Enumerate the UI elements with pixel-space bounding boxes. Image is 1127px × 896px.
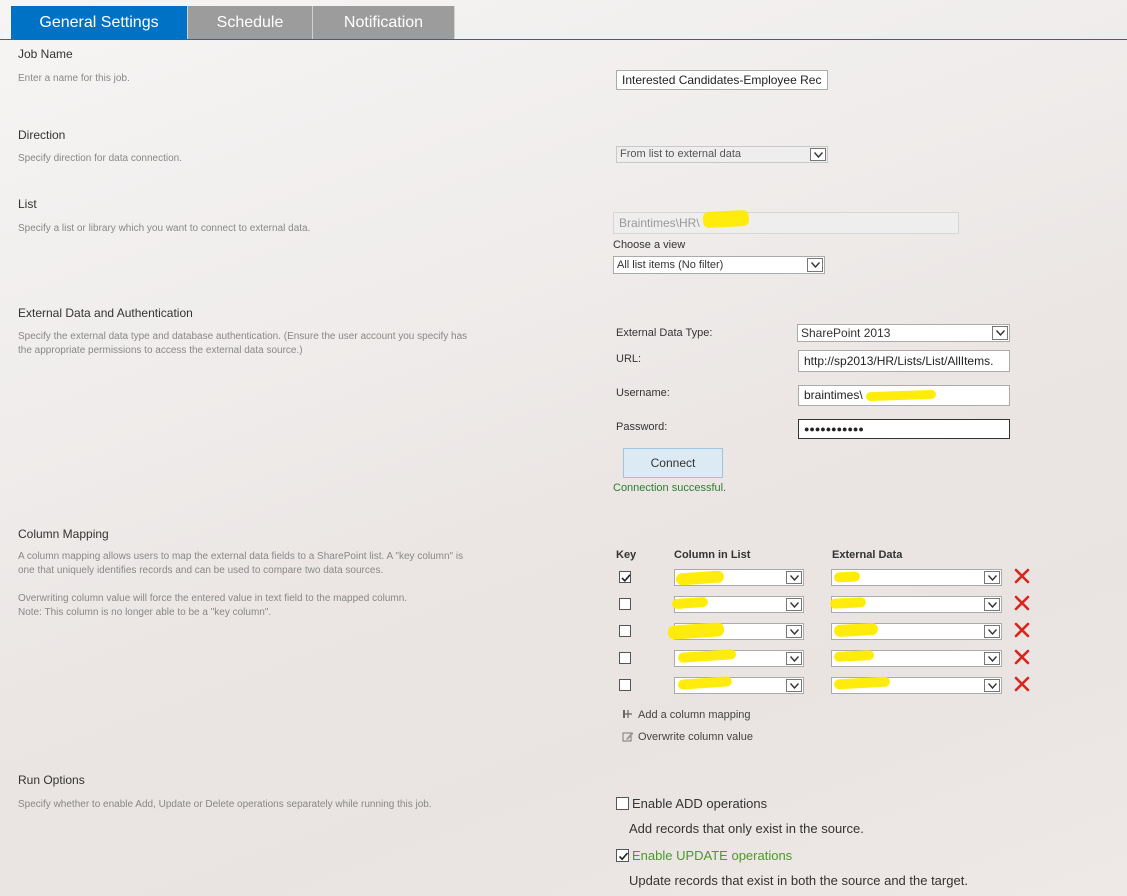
list-input: Braintimes\HR\ <box>613 212 959 234</box>
enable-add-desc: Add records that only exist in the sourc… <box>629 821 864 836</box>
enable-add-label: Enable ADD operations <box>632 796 768 811</box>
add-mapping-label: Add a column mapping <box>638 709 751 721</box>
chevron-down-icon <box>810 148 826 161</box>
delete-x-icon[interactable] <box>1014 568 1030 584</box>
chevron-down-icon <box>786 679 802 692</box>
chevron-down-icon <box>984 679 1000 692</box>
key-checkbox[interactable] <box>619 679 631 691</box>
key-checkbox[interactable] <box>619 625 631 637</box>
password-input[interactable]: ●●●●●●●●●●● <box>798 419 1010 439</box>
job-name-title: Job Name <box>18 47 73 61</box>
chevron-down-icon <box>786 652 802 665</box>
tab-bar: General Settings Schedule Notification <box>0 0 1127 41</box>
view-select[interactable]: All list items (No filter) <box>613 256 825 274</box>
enable-add-checkbox[interactable] <box>616 797 629 810</box>
chevron-down-icon <box>786 571 802 584</box>
mapping-desc-3: Overwriting column value will force the … <box>18 593 408 604</box>
tab-notification[interactable]: Notification <box>313 6 455 40</box>
add-mapping-icon <box>622 708 634 720</box>
mapping-desc-2: one that uniquely identifies records and… <box>18 565 384 576</box>
redaction-mark <box>833 571 861 583</box>
external-desc-2: the appropriate permissions to access th… <box>18 345 303 356</box>
overwrite-column-link[interactable]: Overwrite column value <box>622 730 753 743</box>
url-label: URL: <box>616 353 642 365</box>
chevron-down-icon <box>984 571 1000 584</box>
external-type-label: External Data Type: <box>616 327 713 339</box>
chevron-down-icon <box>807 258 823 272</box>
edit-pencil-icon <box>622 730 634 742</box>
chevron-down-icon <box>984 598 1000 611</box>
direction-desc: Specify direction for data connection. <box>18 153 182 164</box>
mapping-title: Column Mapping <box>18 527 109 541</box>
delete-x-icon[interactable] <box>1014 595 1030 611</box>
username-label: Username: <box>616 387 670 399</box>
external-type-value: SharePoint 2013 <box>801 326 891 340</box>
view-value: All list items (No filter) <box>617 259 724 271</box>
redaction-mark <box>833 649 875 663</box>
delete-x-icon[interactable] <box>1014 622 1030 638</box>
tab-schedule[interactable]: Schedule <box>188 6 313 40</box>
delete-x-icon[interactable] <box>1014 676 1030 692</box>
key-checkbox[interactable] <box>619 652 631 664</box>
add-mapping-link[interactable]: Add a column mapping <box>622 708 751 721</box>
list-desc: Specify a list or library which you want… <box>18 223 311 234</box>
direction-select[interactable]: From list to external data <box>616 146 828 163</box>
key-checkbox[interactable] <box>619 571 631 583</box>
checkmark-icon <box>618 852 629 861</box>
chevron-down-icon <box>786 598 802 611</box>
checkmark-icon <box>621 574 631 582</box>
redaction-mark <box>833 622 879 638</box>
key-checkbox[interactable] <box>619 598 631 610</box>
header-column-in-list: Column in List <box>674 549 751 561</box>
run-desc: Specify whether to enable Add, Update or… <box>18 799 432 810</box>
run-title: Run Options <box>18 773 85 787</box>
mapping-desc-1: A column mapping allows users to map the… <box>18 551 464 562</box>
chevron-down-icon <box>786 625 802 638</box>
external-type-select[interactable]: SharePoint 2013 <box>797 324 1010 342</box>
url-input[interactable]: http://sp2013/HR/Lists/List/AllItems. <box>798 350 1010 372</box>
redaction-mark <box>702 209 750 229</box>
header-external-data: External Data <box>832 549 903 561</box>
job-name-desc: Enter a name for this job. <box>18 73 130 84</box>
direction-value: From list to external data <box>620 148 742 160</box>
external-title: External Data and Authentication <box>18 306 193 320</box>
chevron-down-icon <box>992 326 1008 340</box>
enable-update-label: Enable UPDATE operations <box>632 848 793 863</box>
direction-title: Direction <box>18 128 66 142</box>
connection-status: Connection successful. <box>613 482 727 494</box>
chevron-down-icon <box>984 625 1000 638</box>
header-key: Key <box>616 549 637 561</box>
password-label: Password: <box>616 421 668 433</box>
chevron-down-icon <box>984 652 1000 665</box>
connect-button[interactable]: Connect <box>623 448 723 478</box>
job-name-input[interactable]: Interested Candidates-Employee Rec <box>616 70 828 90</box>
external-desc-1: Specify the external data type and datab… <box>18 331 468 342</box>
enable-update-desc: Update records that exist in both the so… <box>629 873 968 888</box>
list-title: List <box>18 197 37 211</box>
enable-update-checkbox[interactable] <box>616 849 629 862</box>
choose-view-label: Choose a view <box>613 239 686 251</box>
redaction-mark <box>829 597 867 609</box>
mapping-desc-4: Note: This column is no longer able to b… <box>18 607 272 618</box>
delete-x-icon[interactable] <box>1014 649 1030 665</box>
overwrite-column-label: Overwrite column value <box>638 731 753 743</box>
tab-underline <box>0 39 1127 40</box>
tab-general-settings[interactable]: General Settings <box>11 6 188 40</box>
